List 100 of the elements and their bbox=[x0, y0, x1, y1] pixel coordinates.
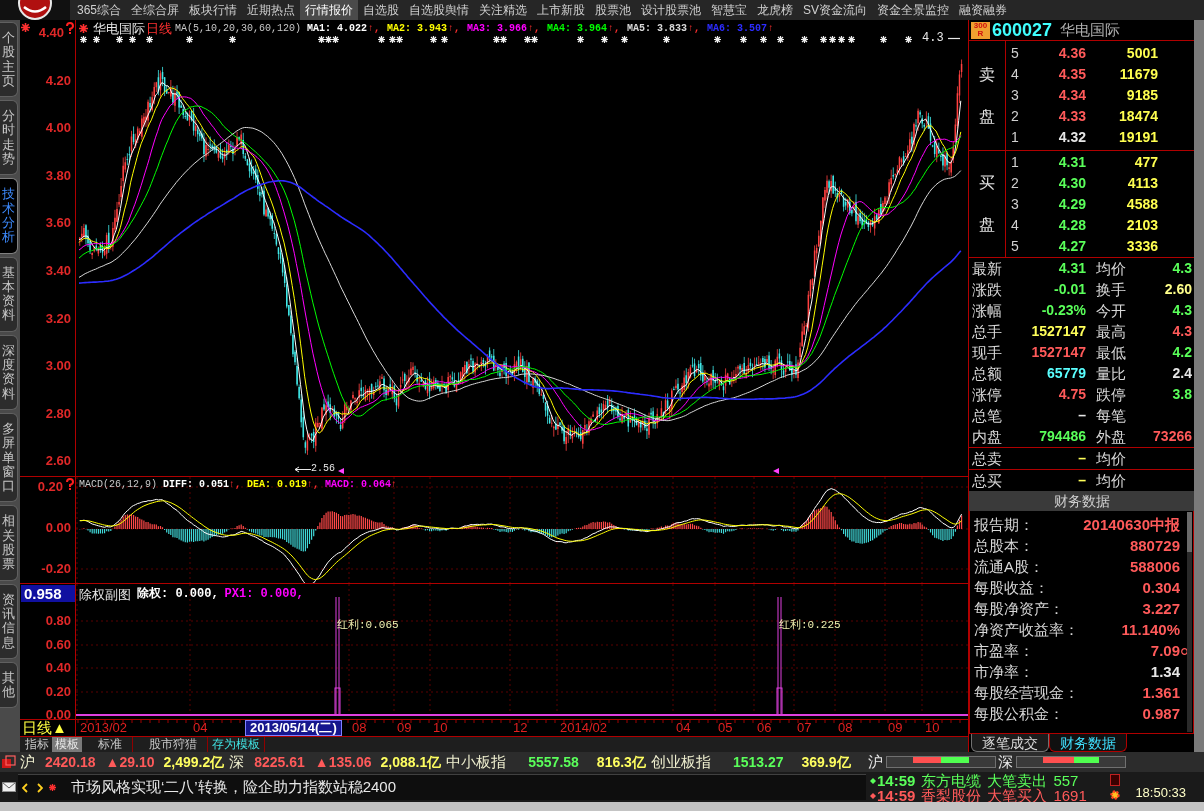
menu-item[interactable]: 近期热点 bbox=[242, 0, 301, 20]
date-tick: 06 bbox=[757, 720, 772, 736]
info-marker-icon bbox=[80, 36, 87, 43]
axis-label: 4.40 bbox=[38, 26, 64, 40]
sidebar-tab[interactable]: 资讯信息 bbox=[0, 583, 18, 659]
help-icon bbox=[65, 22, 75, 34]
order-volume: 18474 bbox=[1118, 107, 1158, 126]
quote-label: 跌停 bbox=[1095, 385, 1127, 405]
menu-item[interactable]: 股票池 bbox=[590, 0, 637, 20]
ma-value: MA5: 3.833 bbox=[627, 22, 688, 35]
date-tick: 10 bbox=[433, 720, 448, 736]
index-change: ▲135.06 bbox=[314, 752, 372, 772]
order-price: 4.30 bbox=[1057, 173, 1086, 193]
index-name: 创业板指 bbox=[650, 751, 711, 772]
marker-icon bbox=[1181, 648, 1188, 655]
order-price: 4.33 bbox=[1057, 107, 1086, 126]
buy-side-label: 买盘 bbox=[979, 173, 995, 235]
date-tick: 08 bbox=[352, 720, 367, 736]
turnover-amount: 369.9亿 bbox=[801, 752, 851, 772]
date-tick: 08 bbox=[838, 720, 853, 736]
quote-value: 4.3 bbox=[1171, 259, 1193, 278]
info-marker-icon bbox=[801, 36, 808, 43]
trend-arrow: ↑, bbox=[368, 22, 381, 35]
quote-value: 4.31 bbox=[1057, 259, 1086, 278]
info-marker-icon bbox=[829, 36, 836, 43]
left-arrow-icon bbox=[295, 465, 311, 473]
gear-icon[interactable] bbox=[1109, 789, 1122, 801]
panel-tab[interactable]: 财务数据 bbox=[1049, 734, 1127, 752]
menu-item[interactable]: 资金全景监控 bbox=[872, 0, 955, 20]
menu-item[interactable]: 全综合屏 bbox=[126, 0, 185, 20]
dividend-label: 红利:0.065 bbox=[337, 619, 399, 631]
market-name: 沪 bbox=[868, 751, 883, 772]
finance-label: 每股公积金： bbox=[973, 704, 1064, 725]
menu-item[interactable]: 板块行情 bbox=[184, 0, 243, 20]
quote-value: 4.75 bbox=[1057, 385, 1086, 404]
date-tick: 09 bbox=[397, 720, 412, 736]
quote-label: 总笔 bbox=[971, 406, 1003, 426]
menu-item[interactable]: 上市新股 bbox=[532, 0, 591, 20]
sidebar-tab[interactable]: 基本资料 bbox=[0, 256, 18, 332]
quote-label: 最新 bbox=[971, 259, 1003, 279]
scrollbar[interactable] bbox=[1187, 512, 1192, 732]
order-volume: 9185 bbox=[1125, 86, 1158, 105]
axis-label: 3.00 bbox=[45, 359, 71, 374]
menu-item[interactable]: 自选股 bbox=[358, 0, 405, 20]
finance-value: 0.304 bbox=[1142, 578, 1180, 599]
quote-label: 外盘 bbox=[1095, 427, 1127, 447]
info-marker-icon bbox=[441, 36, 448, 43]
finance-label: 每股经营现金： bbox=[973, 683, 1079, 704]
menu-item[interactable]: 自选股舆情 bbox=[404, 0, 475, 20]
menu-item[interactable]: 365综合 bbox=[72, 0, 127, 20]
axis-label: 0.20 bbox=[45, 684, 71, 699]
previous-icon[interactable] bbox=[22, 782, 28, 793]
menu-item[interactable]: 龙虎榜 bbox=[752, 0, 799, 20]
trend-arrow: ↑, bbox=[688, 22, 701, 35]
sidebar-tab[interactable]: 技术分析 bbox=[0, 178, 18, 254]
axis-label: 3.40 bbox=[45, 264, 71, 278]
order-price: 4.34 bbox=[1057, 86, 1086, 105]
menu-item[interactable]: 行情报价 bbox=[300, 0, 359, 20]
menu-item[interactable]: 智慧宝 bbox=[706, 0, 753, 20]
bottom-tab[interactable]: 模板 bbox=[52, 737, 82, 752]
index-name: 沪 bbox=[20, 751, 35, 772]
cursor-value: 0.958 bbox=[21, 585, 75, 602]
date-tick: 12 bbox=[513, 720, 528, 736]
menu-item[interactable]: 融资融券 bbox=[954, 0, 1013, 20]
sidebar-tab[interactable]: 深度资料 bbox=[0, 334, 18, 410]
order-price: 4.28 bbox=[1057, 215, 1086, 235]
quote-label: 涨幅 bbox=[971, 301, 1003, 321]
info-marker-icon bbox=[577, 36, 584, 43]
turnover-amount: 2,499.2亿 bbox=[163, 752, 225, 772]
menu-item[interactable]: SV资金流向 bbox=[798, 0, 873, 20]
bottom-tab[interactable]: 指标 bbox=[22, 737, 52, 752]
burst-icon bbox=[21, 23, 30, 32]
quote-label: 最低 bbox=[1095, 343, 1127, 363]
finance-value: 1.361 bbox=[1142, 683, 1180, 704]
next-icon[interactable] bbox=[37, 782, 43, 793]
ma-value: MA2: 3.943 bbox=[387, 22, 448, 35]
quote-value: 3.8 bbox=[1171, 385, 1193, 404]
menu-item[interactable]: 关注精选 bbox=[474, 0, 533, 20]
period-selector[interactable]: 日线▲ bbox=[22, 720, 67, 736]
sidebar-tab[interactable]: 多屏单窗口 bbox=[0, 412, 18, 503]
panel-tab[interactable]: 逐笔成交 bbox=[971, 734, 1049, 752]
alert-time: 14:59 bbox=[877, 788, 916, 802]
menu-item[interactable]: 设计股票池 bbox=[636, 0, 707, 20]
sidebar-tab[interactable]: 个股主页 bbox=[0, 22, 18, 98]
info-marker-icon bbox=[777, 36, 784, 43]
indicator-value: DIFF: 0.051 bbox=[163, 478, 230, 492]
order-level: 5 bbox=[1010, 236, 1020, 256]
order-volume: 3336 bbox=[1125, 236, 1158, 256]
info-marker-icon bbox=[601, 36, 608, 43]
finance-label: 市盈率： bbox=[973, 641, 1034, 662]
sidebar-tab[interactable]: 分时走势 bbox=[0, 100, 18, 176]
order-level: 3 bbox=[1010, 194, 1020, 214]
quote-label: 内盘 bbox=[971, 427, 1003, 447]
axis-label: 2.80 bbox=[45, 406, 71, 421]
quote-label: 换手 bbox=[1095, 280, 1127, 300]
axis-label: 0.40 bbox=[45, 661, 71, 675]
trend-arrow: ↑, bbox=[307, 478, 320, 492]
info-marker-icon bbox=[430, 36, 437, 43]
sidebar-tab[interactable]: 其他 bbox=[0, 661, 18, 709]
sidebar-tab[interactable]: 相关股票 bbox=[0, 505, 18, 581]
